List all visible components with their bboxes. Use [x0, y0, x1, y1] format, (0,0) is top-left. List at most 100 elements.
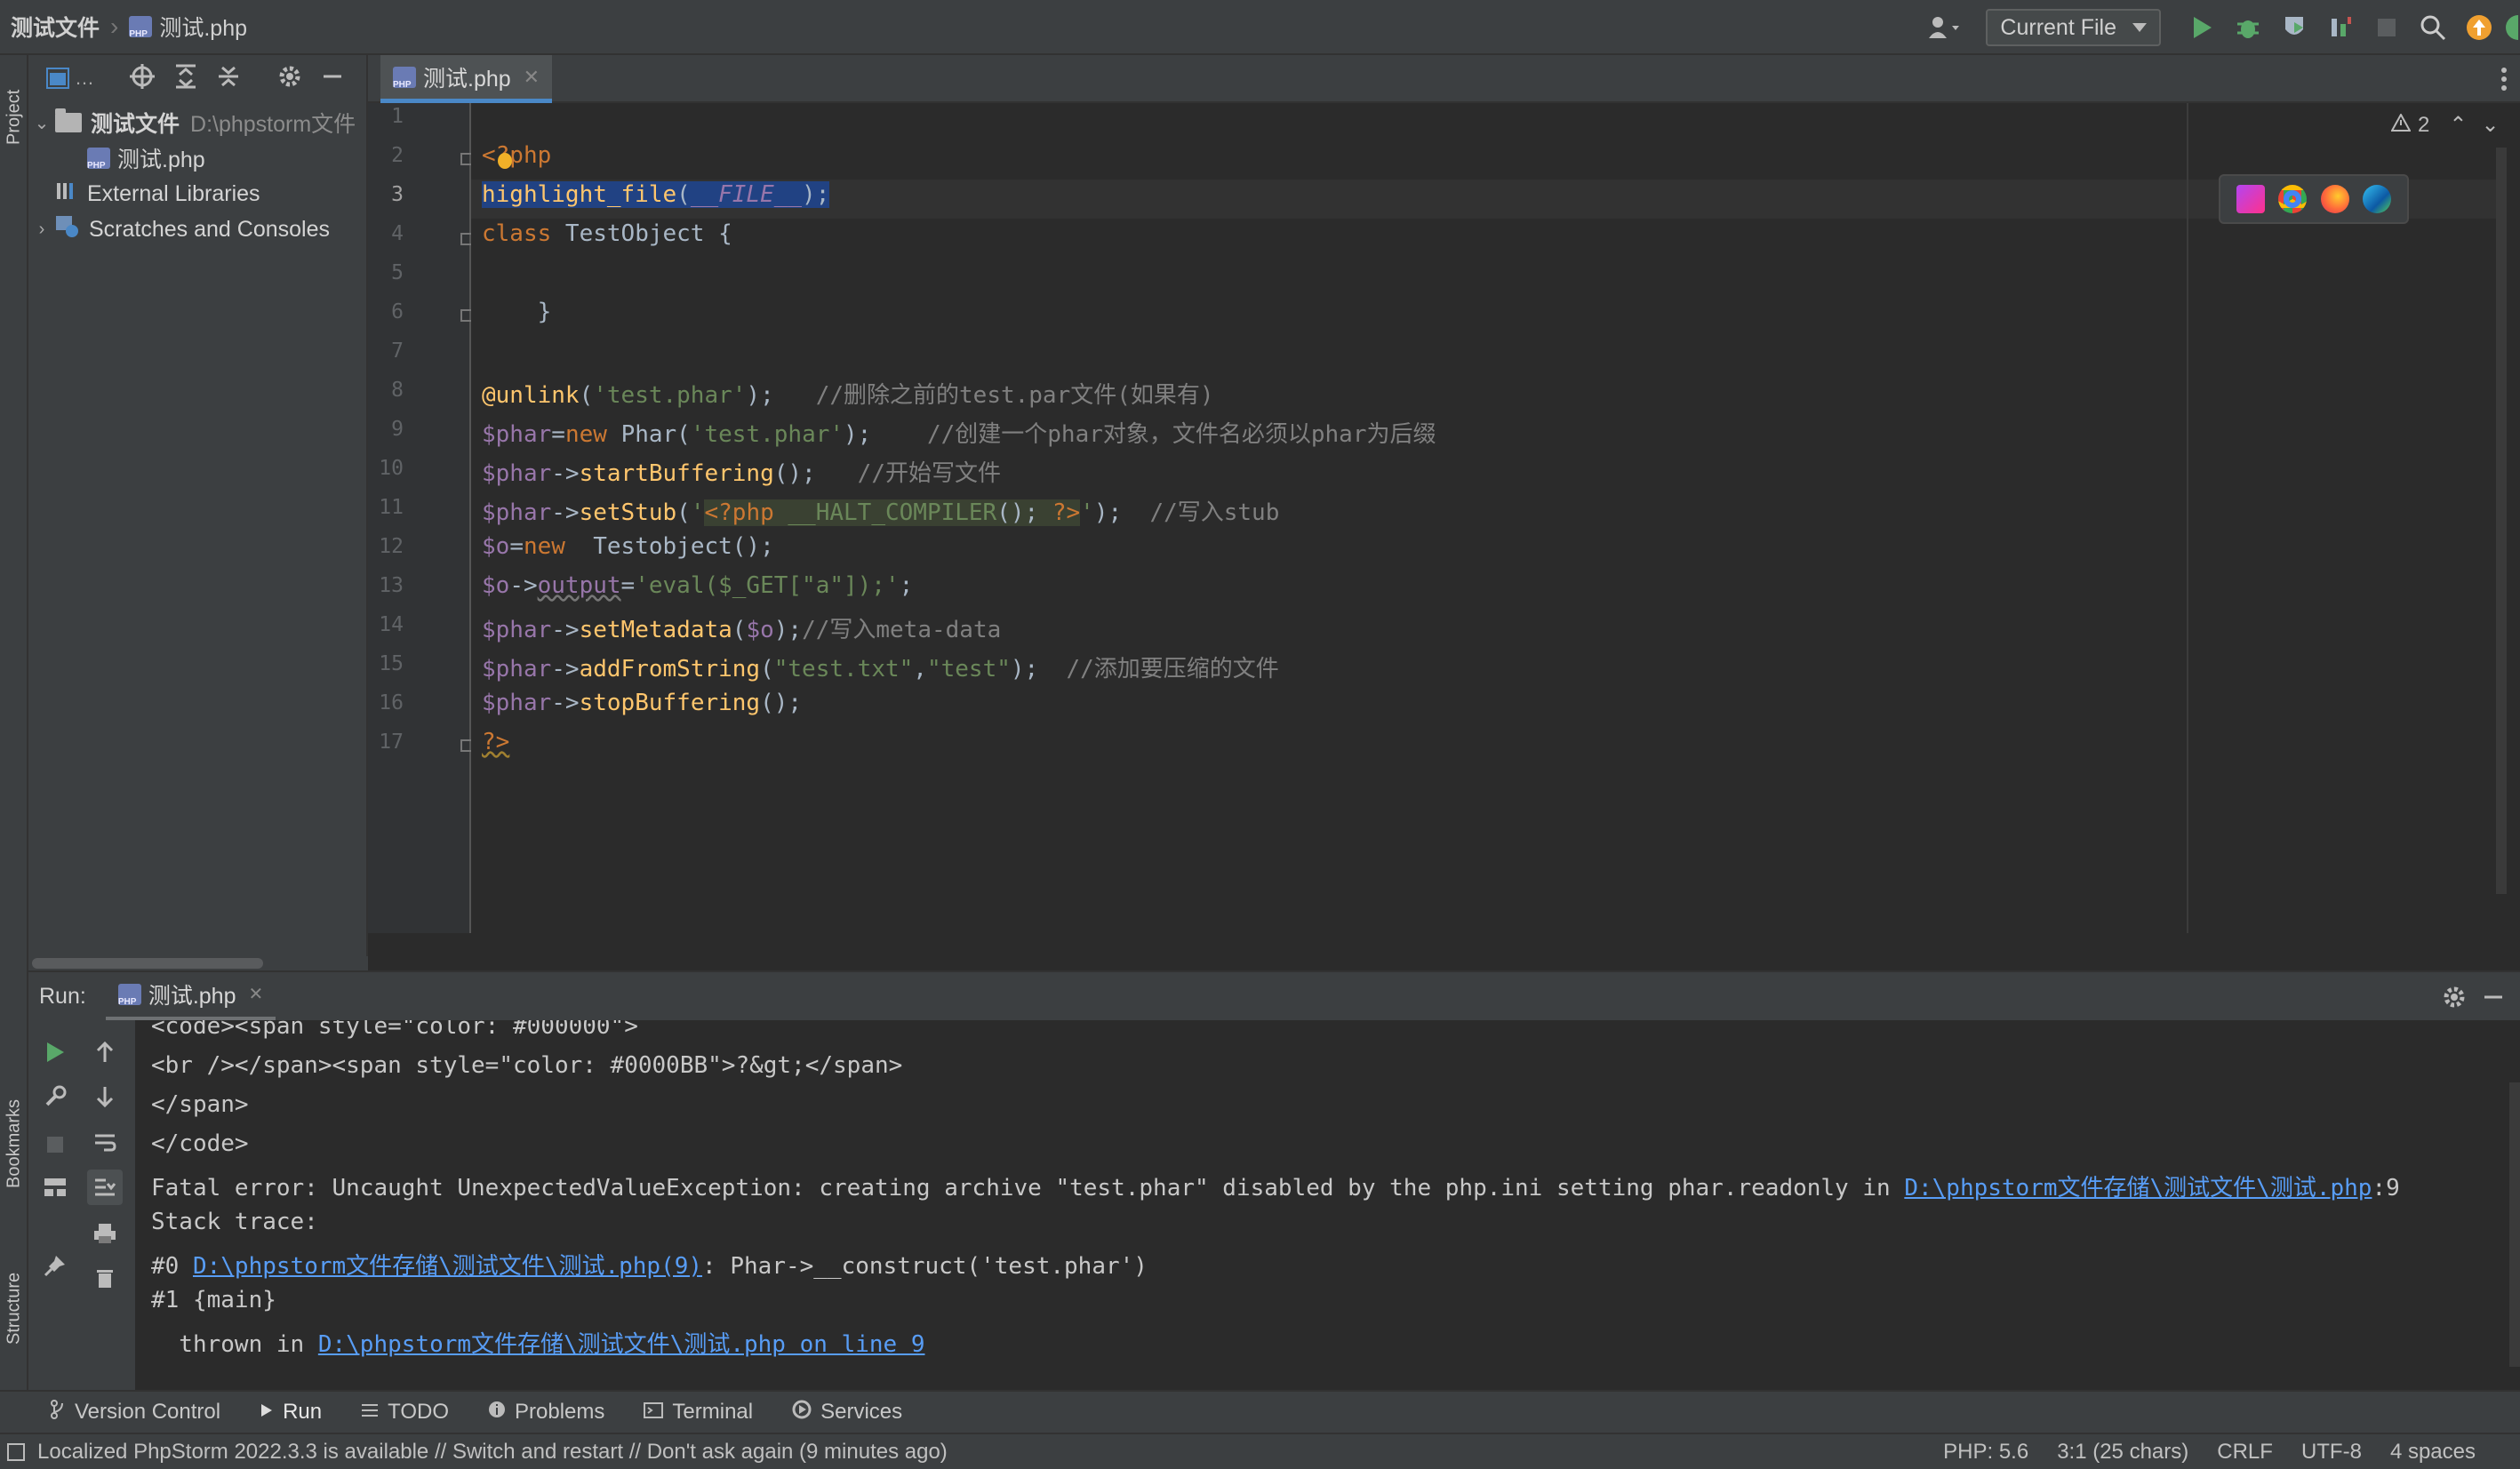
debug-icon[interactable] [2225, 4, 2271, 51]
run-configuration-select[interactable]: Current File [1986, 9, 2161, 46]
status-encoding[interactable]: UTF-8 [2301, 1440, 2362, 1465]
search-icon[interactable] [2410, 4, 2456, 51]
tab-problems[interactable]: Problems [488, 1400, 604, 1425]
trash-icon[interactable] [87, 1260, 123, 1296]
phpstorm-browser-icon[interactable] [2236, 185, 2265, 213]
line-number[interactable]: 12 [368, 535, 404, 558]
collapse-all-icon[interactable] [217, 64, 240, 93]
hide-panel-icon[interactable] [2483, 986, 2504, 1012]
status-toggle-icon[interactable] [7, 1442, 25, 1467]
line-number[interactable]: 9 [368, 418, 404, 441]
tab-todo[interactable]: TODO [361, 1400, 449, 1425]
chevron-up-icon[interactable]: ⌃ [2449, 112, 2467, 138]
php-file-icon [117, 983, 141, 1007]
line-number[interactable]: 13 [368, 574, 404, 597]
stop-icon[interactable] [37, 1127, 73, 1162]
close-icon[interactable]: ✕ [248, 983, 263, 1005]
profiler-icon[interactable] [2317, 4, 2364, 51]
inspection-widget[interactable]: 2 ⌃ ⌄ [2390, 112, 2500, 138]
console-vertical-scrollbar[interactable] [2509, 1082, 2520, 1367]
ide-features-icon[interactable] [2502, 4, 2520, 51]
rerun-icon[interactable] [37, 1034, 73, 1070]
tab-version-control[interactable]: Version Control [50, 1399, 220, 1425]
status-indent[interactable]: 4 spaces [2390, 1440, 2476, 1465]
tree-item-scratches[interactable]: › Scratches and Consoles [28, 212, 366, 247]
bookmarks-tool-tab[interactable]: Bookmarks [0, 1077, 28, 1210]
arrow-down-icon[interactable] [87, 1079, 123, 1114]
editor-tab-file[interactable]: 测试.php ✕ [380, 55, 553, 103]
line-number[interactable]: 16 [368, 691, 404, 715]
run-tab-label: 测试.php [148, 983, 236, 1009]
line-number[interactable]: 15 [368, 652, 404, 675]
arrow-up-icon[interactable] [87, 1034, 123, 1070]
line-number[interactable]: 7 [368, 339, 404, 363]
edge-icon[interactable] [2363, 185, 2392, 213]
expand-all-icon[interactable] [174, 64, 197, 93]
soft-wrap-icon[interactable] [87, 1125, 123, 1161]
line-number[interactable]: 6 [368, 300, 404, 323]
tab-services[interactable]: Services [792, 1400, 902, 1425]
layout-icon[interactable] [37, 1170, 73, 1205]
chevron-down-icon[interactable]: ⌄ [2481, 112, 2499, 138]
chevron-down-icon[interactable]: ⌄ [28, 112, 55, 134]
stop-icon[interactable] [2364, 4, 2410, 51]
line-number[interactable]: 1 [368, 105, 404, 128]
coverage-icon[interactable] [2271, 4, 2317, 51]
status-php-version[interactable]: PHP: 5.6 [1943, 1440, 2028, 1465]
code-line-8: @unlink('test.phar'); //删除之前的test.par文件(… [482, 382, 1214, 409]
scrollbar-thumb[interactable] [32, 958, 263, 969]
line-number[interactable]: 11 [368, 496, 404, 519]
tree-item-project-root[interactable]: ⌄ 测试文件 D:\phpstorm文件 [28, 105, 366, 140]
line-number[interactable]: 17 [368, 731, 404, 754]
line-number[interactable]: 10 [368, 457, 404, 480]
run-tab[interactable]: 测试.php ✕ [105, 971, 276, 1021]
close-icon[interactable]: ✕ [524, 66, 540, 89]
status-caret-position[interactable]: 3:1 (25 chars) [2057, 1440, 2188, 1465]
line-number[interactable]: 4 [368, 222, 404, 245]
chrome-icon[interactable] [2278, 185, 2308, 213]
tab-terminal[interactable]: Terminal [644, 1400, 753, 1425]
code-line-9: $phar=new Phar('test.phar'); //创建一个phar对… [482, 421, 1436, 448]
breadcrumb-file[interactable]: 测试.php [159, 11, 247, 43]
project-horizontal-scrollbar[interactable] [28, 956, 368, 970]
chevron-right-icon[interactable]: › [28, 220, 55, 240]
intention-bulb-icon[interactable] [498, 153, 512, 169]
left-tool-strip: Project Bookmarks Structure [0, 55, 28, 1431]
tree-item-external-libraries[interactable]: External Libraries [28, 176, 366, 212]
project-tool-tab[interactable]: Project [0, 64, 28, 171]
firefox-icon[interactable] [2320, 185, 2349, 213]
structure-tool-tab-label: Structure [4, 1272, 24, 1345]
line-number[interactable]: 5 [368, 261, 404, 284]
scroll-to-end-icon[interactable] [87, 1170, 123, 1205]
editor-vertical-scrollbar[interactable] [2496, 148, 2507, 894]
locate-icon[interactable] [130, 63, 155, 93]
gear-icon[interactable] [2442, 985, 2467, 1014]
wrench-icon[interactable] [37, 1079, 73, 1114]
breadcrumb-project[interactable]: 测试文件 [11, 11, 100, 43]
file-link[interactable]: D:\phpstorm文件存储\测试文件\测试.php [1904, 1175, 2372, 1202]
gear-icon[interactable] [277, 64, 302, 93]
code-editor[interactable]: <?php highlight_file(__FILE__); class Te… [471, 103, 2507, 933]
user-icon[interactable] [1922, 4, 1968, 51]
structure-tool-tab[interactable]: Structure [0, 1246, 28, 1370]
tab-run[interactable]: Run [260, 1400, 322, 1425]
tree-item-file[interactable]: 测试.php [28, 140, 366, 176]
run-console[interactable]: <code><span style="color: #000000"> <br … [135, 1020, 2520, 1390]
line-number[interactable]: 8 [368, 379, 404, 402]
file-link[interactable]: D:\phpstorm文件存储\测试文件\测试.php(9) [193, 1253, 702, 1280]
project-view-icon[interactable]: … [46, 67, 94, 90]
pin-icon[interactable] [37, 1248, 73, 1283]
hide-panel-icon[interactable] [322, 66, 343, 92]
file-link[interactable]: D:\phpstorm文件存储\测试文件\测试.php on line 9 [318, 1331, 925, 1358]
line-number[interactable]: 2 [368, 144, 404, 167]
status-line-separator[interactable]: CRLF [2217, 1440, 2273, 1465]
status-message[interactable]: Localized PhpStorm 2022.3.3 is available… [37, 1440, 948, 1465]
line-number[interactable]: 14 [368, 613, 404, 636]
more-options-icon[interactable] [2500, 68, 2508, 95]
right-margin-guide [2187, 103, 2188, 933]
line-number[interactable]: 3 [368, 183, 404, 206]
print-icon[interactable] [87, 1216, 123, 1251]
update-icon[interactable] [2456, 4, 2502, 51]
project-root-name: 测试文件 [91, 112, 180, 137]
run-icon[interactable] [2179, 4, 2225, 51]
